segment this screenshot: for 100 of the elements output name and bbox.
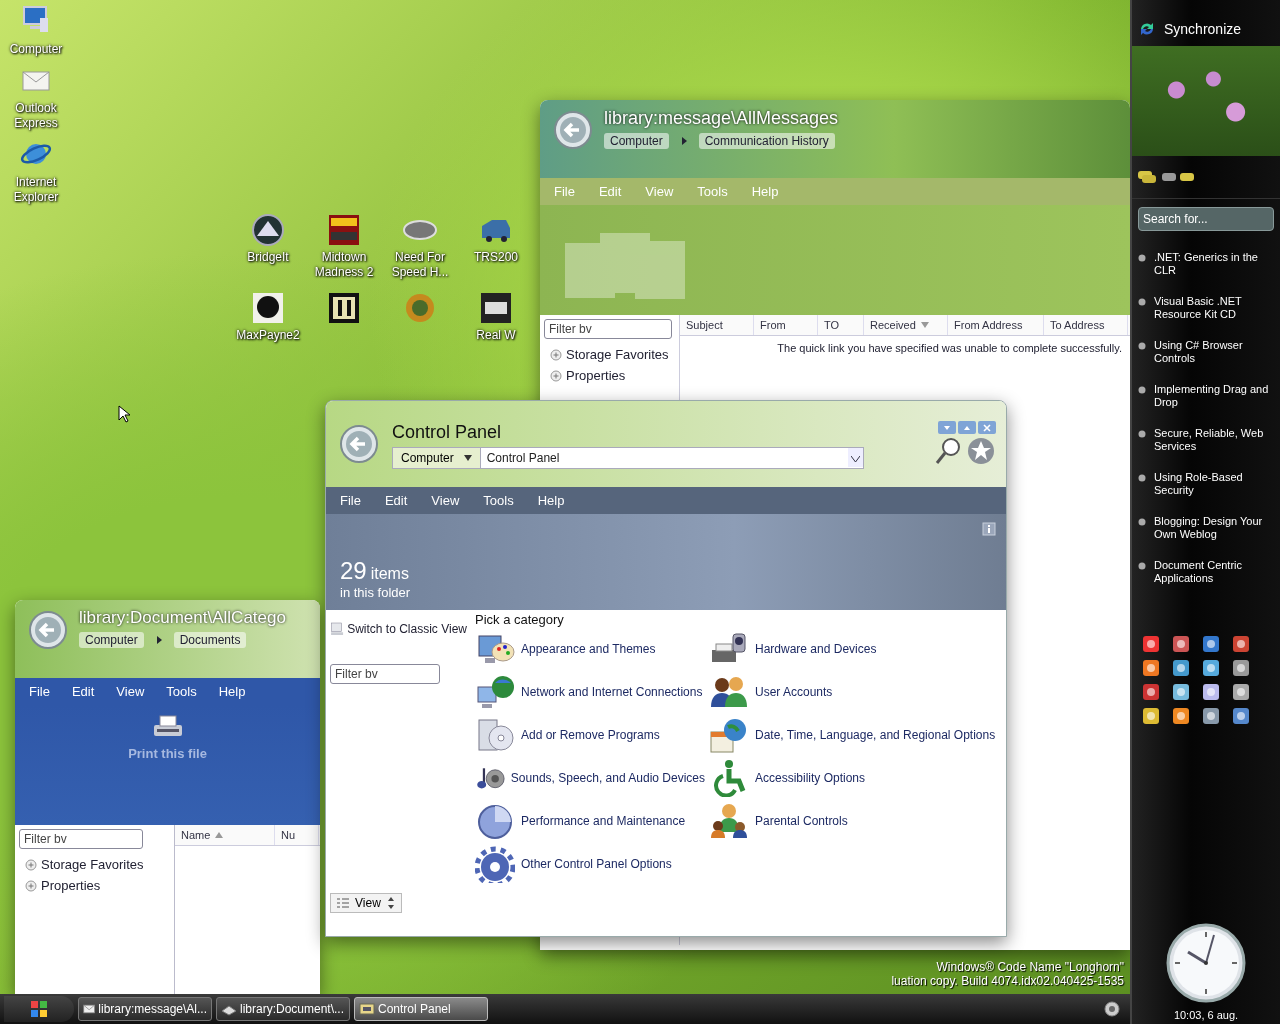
article-link[interactable]: .NET: Generics in the CLR xyxy=(1154,251,1274,277)
app-icon[interactable] xyxy=(1142,683,1160,701)
app-icon[interactable] xyxy=(1232,707,1250,725)
article-link[interactable]: Document Centric Applications xyxy=(1154,559,1274,585)
view-button[interactable]: View xyxy=(330,893,402,913)
taskbar-button[interactable]: library:Document\... xyxy=(216,997,350,1021)
app-icon[interactable] xyxy=(1172,707,1190,725)
menu-item[interactable]: Help xyxy=(537,493,565,508)
tree-item[interactable]: Storage Favorites xyxy=(41,857,144,872)
expand-icon[interactable] xyxy=(550,369,562,382)
column-header[interactable]: Subject xyxy=(680,315,754,335)
app-icon[interactable] xyxy=(1142,635,1160,653)
expand-icon[interactable] xyxy=(550,348,562,361)
article-link[interactable]: Visual Basic .NET Resource Kit CD xyxy=(1154,295,1274,321)
column-header[interactable]: From Address xyxy=(948,315,1044,335)
category-link[interactable]: Parental Controls xyxy=(755,813,848,828)
app-icon[interactable] xyxy=(1202,683,1220,701)
filter-field[interactable]: Filter bv xyxy=(19,829,143,849)
category-link[interactable]: Hardware and Devices xyxy=(755,641,877,656)
dropdown-caret-icon xyxy=(463,454,472,461)
category-link[interactable]: Appearance and Themes xyxy=(521,641,656,656)
column-header[interactable]: To Address xyxy=(1044,315,1128,335)
article-link[interactable]: Using Role-Based Security xyxy=(1154,471,1274,497)
column-header[interactable]: TO xyxy=(818,315,864,335)
menu-item[interactable]: Edit xyxy=(71,684,95,699)
app-icon[interactable] xyxy=(1202,659,1220,677)
app-icon[interactable] xyxy=(1232,683,1250,701)
article-link[interactable]: Blogging: Design Your Own Weblog xyxy=(1154,515,1274,541)
start-button[interactable] xyxy=(4,996,74,1022)
address-dropdown-button[interactable] xyxy=(848,448,863,467)
window-title: library:message\AllMessages xyxy=(604,108,839,129)
control-panel-icon xyxy=(359,1001,375,1017)
menu-item[interactable]: View xyxy=(116,684,145,699)
shortcut-icon[interactable] xyxy=(250,290,286,326)
menu-item[interactable]: Tools xyxy=(166,684,197,699)
bullet-icon xyxy=(1138,518,1146,526)
tray-icon[interactable] xyxy=(1104,1001,1120,1017)
shortcut-icon[interactable] xyxy=(326,212,362,248)
app-icon[interactable] xyxy=(1202,635,1220,653)
column-header[interactable]: Received xyxy=(864,315,948,335)
shortcut-icon[interactable] xyxy=(250,212,286,248)
article-link[interactable]: Implementing Drag and Drop xyxy=(1154,383,1274,409)
app-icon[interactable] xyxy=(1142,659,1160,677)
app-icon[interactable] xyxy=(1172,635,1190,653)
menu-item[interactable]: File xyxy=(340,493,361,508)
filter-field[interactable]: Filter bv xyxy=(330,664,440,684)
tree-item[interactable]: Properties xyxy=(41,878,101,893)
gear-icon[interactable] xyxy=(475,844,515,883)
breadcrumb-item[interactable]: Computer xyxy=(604,133,669,149)
search-field[interactable]: Search for... xyxy=(1138,207,1274,231)
shortcut-icon[interactable] xyxy=(326,290,362,326)
taskbar-button[interactable]: Control Panel xyxy=(354,997,488,1021)
classic-view-link[interactable]: Switch to Classic View xyxy=(347,622,467,636)
menu-item[interactable]: File xyxy=(29,684,50,699)
app-icon[interactable] xyxy=(1202,707,1220,725)
app-icon[interactable] xyxy=(1172,659,1190,677)
app-icon[interactable] xyxy=(1142,707,1160,725)
category-link[interactable]: User Accounts xyxy=(755,684,833,699)
app-icon[interactable] xyxy=(1172,683,1190,701)
app-icon[interactable] xyxy=(1232,659,1250,677)
expand-icon[interactable] xyxy=(25,879,37,892)
category-link[interactable]: Performance and Maintenance xyxy=(521,813,686,828)
sync-arrows-icon xyxy=(1138,20,1156,38)
breadcrumb-item[interactable]: Computer xyxy=(79,632,144,648)
taskbar-button[interactable]: library:message\Al... xyxy=(78,997,212,1021)
column-header[interactable]: Name xyxy=(175,825,275,845)
expand-icon[interactable] xyxy=(25,858,37,871)
spinner-icon xyxy=(386,896,395,910)
menu-item[interactable]: View xyxy=(431,493,460,508)
item-count: 29 xyxy=(340,557,367,585)
bullet-icon xyxy=(1138,562,1146,570)
close-button[interactable] xyxy=(978,421,996,434)
shortcut-icon[interactable] xyxy=(478,290,514,326)
family-icon[interactable] xyxy=(709,801,749,840)
maximize-button[interactable] xyxy=(958,421,976,434)
column-header[interactable]: Nu xyxy=(275,825,319,845)
breadcrumb-item[interactable]: Documents xyxy=(173,632,247,648)
column-header[interactable]: From xyxy=(754,315,818,335)
menu-item[interactable]: Edit xyxy=(384,493,408,508)
info-icon xyxy=(982,522,996,536)
article-link[interactable]: Using C# Browser Controls xyxy=(1154,339,1274,365)
category-link[interactable]: Accessibility Options xyxy=(755,770,866,785)
category-link[interactable]: Network and Internet Connections xyxy=(521,684,703,699)
watermark-text: luation copy. Build 4074.idx02.040425-1535 xyxy=(891,974,1124,988)
minimize-button[interactable] xyxy=(938,421,956,434)
menu-item[interactable]: Help xyxy=(218,684,246,699)
category-link[interactable]: Date, Time, Language, and Regional Options xyxy=(755,727,996,742)
menu-item[interactable]: Tools xyxy=(483,493,514,508)
category-link[interactable]: Add or Remove Programs xyxy=(521,727,660,742)
category-link[interactable]: Sounds, Speech, and Audio Devices xyxy=(510,770,705,785)
app-icon[interactable] xyxy=(1232,635,1250,653)
tree-item[interactable]: Storage Favorites xyxy=(566,347,669,362)
tree-item[interactable]: Properties xyxy=(566,368,626,383)
category-link[interactable]: Other Control Panel Options xyxy=(521,856,672,871)
bullet-icon xyxy=(1138,342,1146,350)
address-root-button[interactable]: Computer xyxy=(393,447,481,468)
breadcrumb-item[interactable]: Communication History xyxy=(698,133,835,149)
address-bar[interactable]: Computer Control Panel xyxy=(392,446,864,469)
filter-field[interactable]: Filter bv xyxy=(544,319,672,339)
article-link[interactable]: Secure, Reliable, Web Services xyxy=(1154,427,1274,453)
